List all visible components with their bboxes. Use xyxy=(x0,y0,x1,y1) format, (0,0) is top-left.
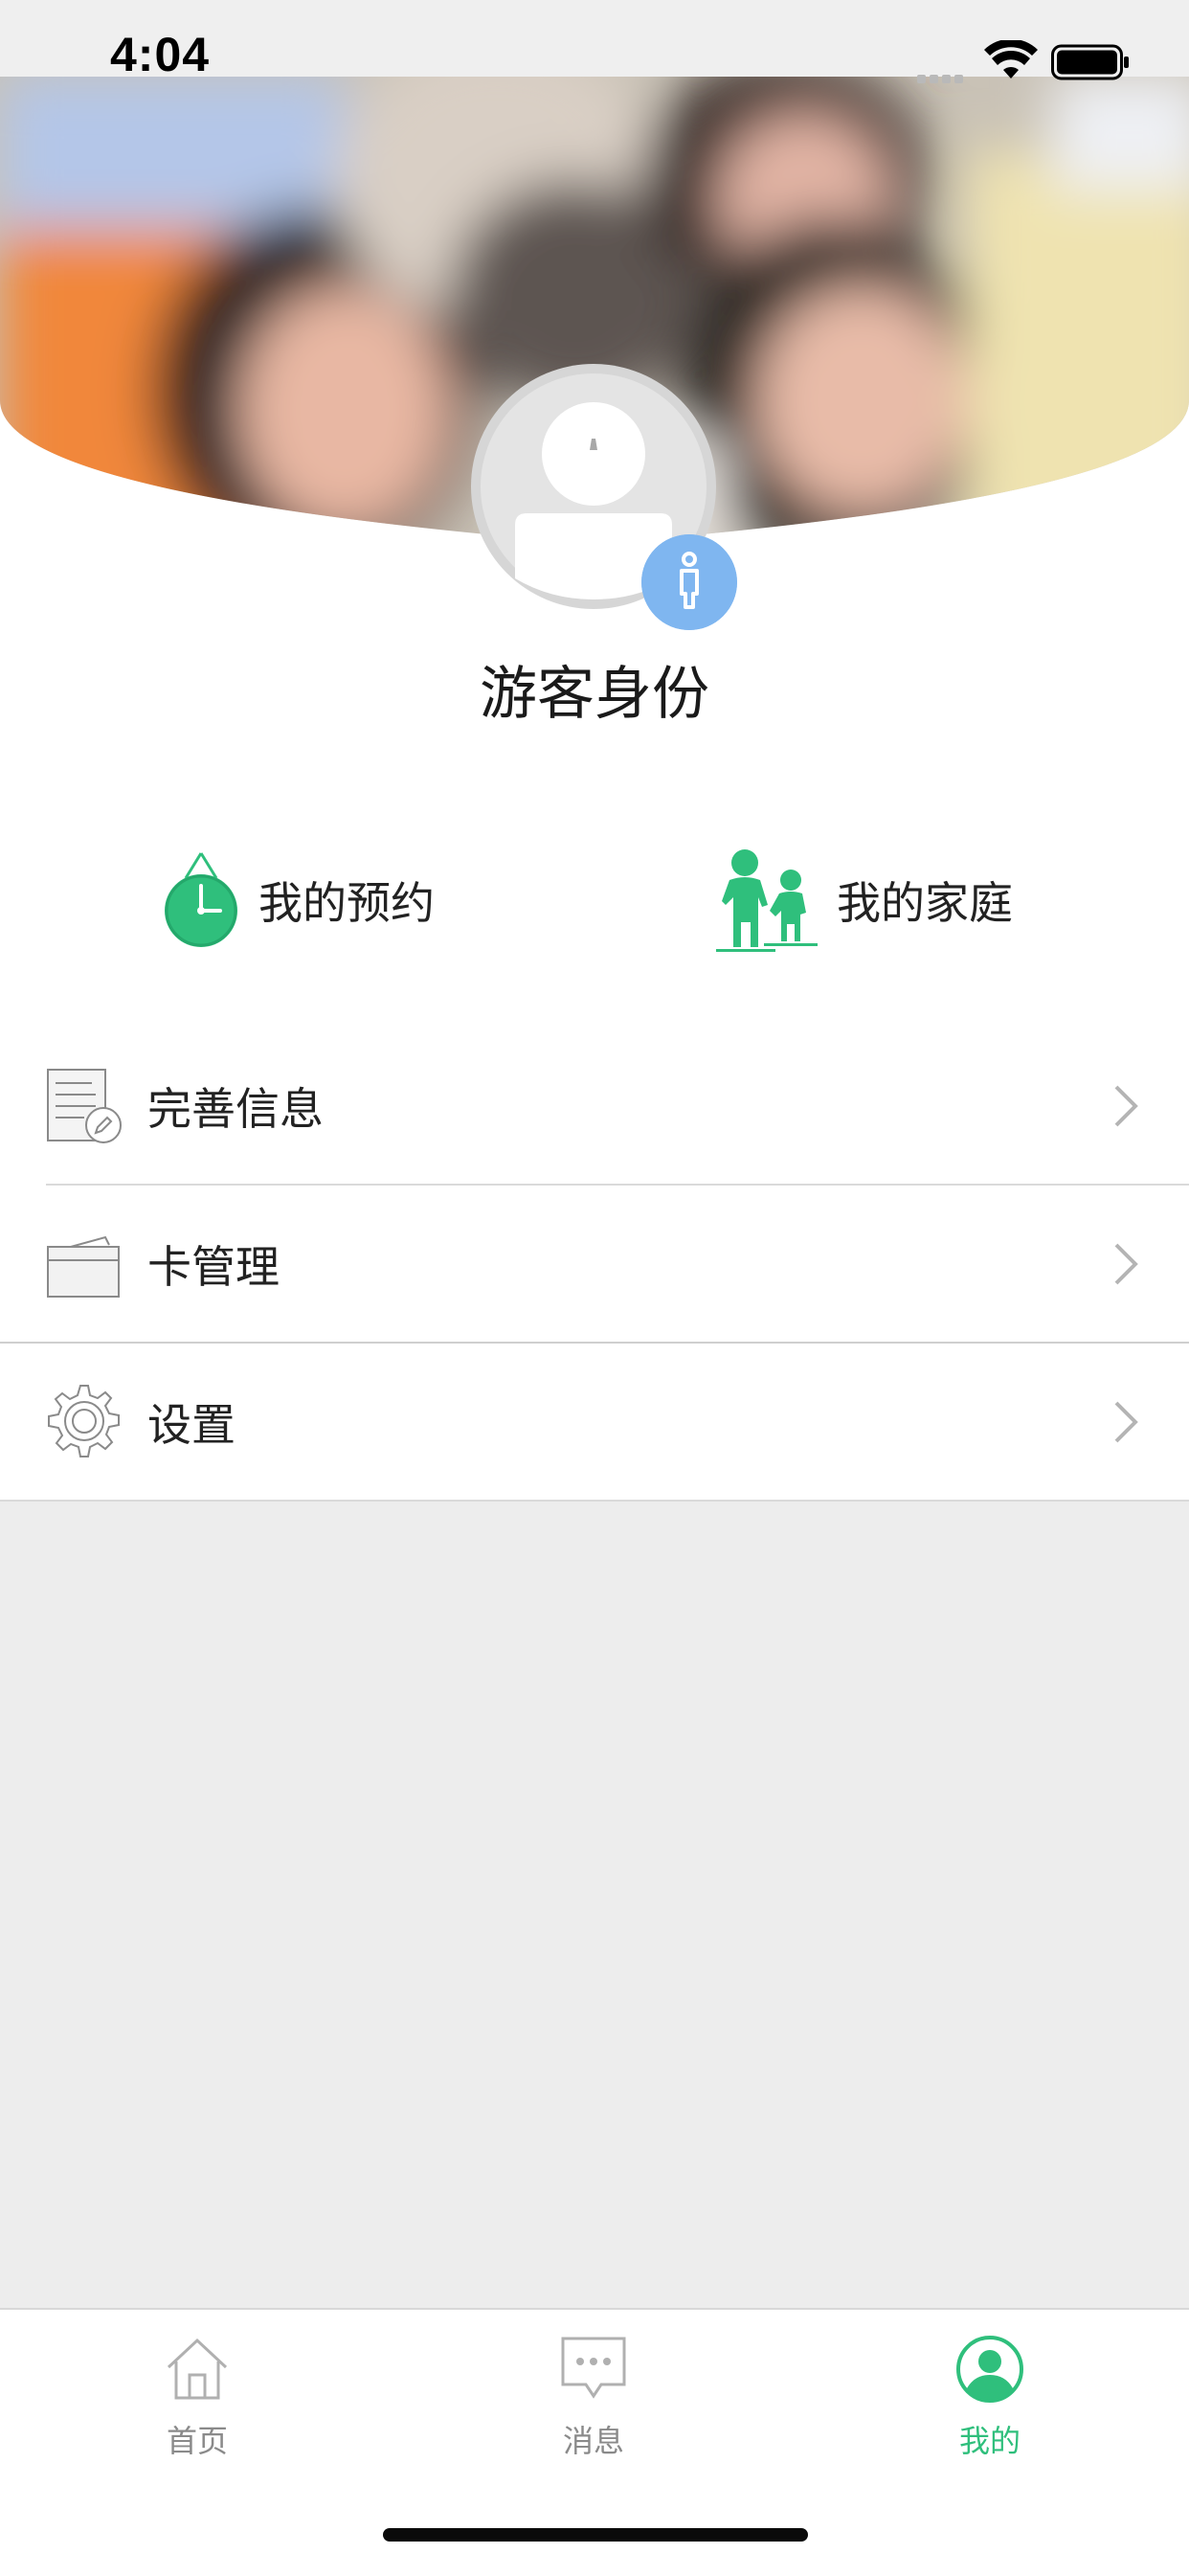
shortcut-my-family[interactable]: 我的家庭 xyxy=(716,843,1013,958)
family-icon xyxy=(716,849,818,952)
clock-icon xyxy=(165,852,237,947)
tab-label: 首页 xyxy=(166,2423,228,2459)
menu-item-card-management[interactable]: 卡管理 xyxy=(0,1185,1189,1343)
menu-label: 设置 xyxy=(147,1398,236,1451)
home-indicator[interactable] xyxy=(383,2528,808,2542)
wifi-icon xyxy=(984,40,1038,79)
chevron-right-icon xyxy=(1114,1085,1138,1126)
guest-badge-icon xyxy=(641,534,737,630)
user-icon xyxy=(956,2336,1023,2403)
divider xyxy=(46,1184,1189,1186)
menu-item-settings[interactable]: 设置 xyxy=(0,1343,1189,1501)
menu-label: 完善信息 xyxy=(147,1082,324,1135)
settings-menu: 完善信息 卡管理 设置 xyxy=(0,1027,1189,1501)
tab-home[interactable]: 首页 xyxy=(101,2335,293,2461)
home-icon xyxy=(167,2338,228,2400)
battery-icon xyxy=(1051,44,1129,80)
menu-item-complete-info[interactable]: 完善信息 xyxy=(0,1027,1189,1185)
status-time: 4:04 xyxy=(110,28,211,81)
shortcut-my-appointments[interactable]: 我的预约 xyxy=(163,843,435,958)
shortcut-label: 我的家庭 xyxy=(837,877,1013,929)
signal-icon xyxy=(917,69,967,87)
menu-label: 卡管理 xyxy=(147,1240,280,1293)
message-icon xyxy=(561,2337,626,2399)
tab-label: 我的 xyxy=(958,2423,1021,2459)
status-bar: 4:04 xyxy=(0,0,1189,83)
card-icon xyxy=(47,1235,120,1298)
tab-messages[interactable]: 消息 xyxy=(498,2335,689,2461)
shortcut-label: 我的预约 xyxy=(258,877,435,929)
chevron-right-icon xyxy=(1114,1243,1138,1284)
tab-label: 消息 xyxy=(562,2423,624,2459)
tab-mine[interactable]: 我的 xyxy=(894,2335,1086,2461)
chevron-right-icon xyxy=(1114,1401,1138,1442)
user-name: 游客身份 xyxy=(480,661,709,728)
document-edit-icon xyxy=(47,1068,122,1143)
divider xyxy=(0,1342,1189,1344)
divider xyxy=(0,1500,1189,1502)
gear-icon xyxy=(48,1384,120,1457)
